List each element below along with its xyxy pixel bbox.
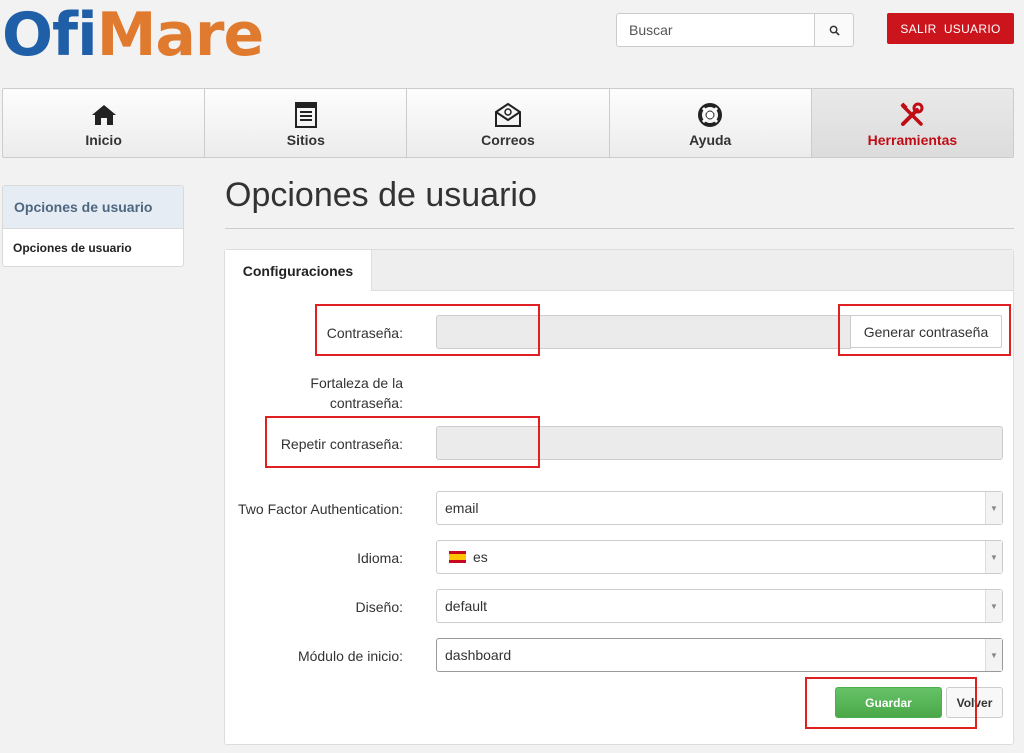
logo-part-2: Mare — [96, 0, 264, 70]
nav-item-ayuda[interactable]: Ayuda — [610, 89, 812, 157]
repeat-password-label: Repetir contraseña: — [280, 436, 403, 452]
chevron-down-icon: ▼ — [985, 590, 1002, 622]
sidebar-header: Opciones de usuario — [3, 186, 183, 229]
nav-item-inicio[interactable]: Inicio — [3, 89, 206, 157]
language-value: es — [473, 549, 488, 565]
main-nav: Inicio Sitios Correos Ayuda Herramientas — [2, 88, 1014, 158]
design-value: default — [445, 598, 488, 614]
two-factor-select[interactable]: email ▼ — [436, 491, 1003, 525]
two-factor-label: Two Factor Authentication: — [238, 501, 403, 517]
save-button[interactable]: Guardar — [835, 687, 942, 718]
chevron-down-icon: ▼ — [985, 541, 1002, 573]
search-button[interactable] — [814, 13, 854, 47]
search-icon — [829, 25, 840, 36]
tab-bar: Configuraciones — [225, 250, 1013, 291]
nav-item-sitios[interactable]: Sitios — [205, 89, 408, 157]
password-strength-label: Fortaleza de la contraseña: — [310, 373, 403, 413]
search-box — [616, 13, 854, 47]
document-list-icon — [294, 102, 317, 128]
settings-panel: Configuraciones Contraseña: Generar cont… — [224, 249, 1014, 745]
start-module-value: dashboard — [445, 647, 512, 663]
start-module-label: Módulo de inicio: — [297, 648, 403, 664]
sidebar: Opciones de usuario Opciones de usuario — [2, 185, 184, 267]
nav-item-label: Sitios — [286, 132, 325, 148]
password-field[interactable] — [436, 315, 851, 349]
logo-part-1: Ofi — [2, 0, 98, 70]
design-select[interactable]: default ▼ — [436, 589, 1003, 623]
chevron-down-icon: ▼ — [985, 639, 1002, 671]
search-input[interactable] — [616, 13, 814, 47]
nav-item-herramientas[interactable]: Herramientas — [811, 89, 1014, 157]
logo[interactable]: OfiMare — [2, 4, 264, 66]
spain-flag-icon — [449, 551, 466, 563]
language-label: Idioma: — [357, 550, 403, 566]
lifebuoy-icon — [698, 103, 723, 127]
language-select[interactable]: es ▼ — [436, 540, 1003, 574]
email-icon — [495, 102, 521, 127]
sidebar-item-opciones-de-usuario[interactable]: Opciones de usuario — [3, 229, 183, 266]
password-label: Contraseña: — [326, 325, 403, 341]
tools-icon — [900, 102, 924, 126]
logout-button[interactable]: SALIR USUARIO — [887, 13, 1014, 44]
page-title: Opciones de usuario — [225, 176, 537, 214]
nav-item-correos[interactable]: Correos — [407, 89, 610, 157]
home-icon — [91, 105, 116, 125]
design-label: Diseño: — [355, 599, 403, 615]
back-button[interactable]: Volver — [946, 687, 1003, 718]
generate-password-button[interactable]: Generar contraseña — [850, 315, 1002, 348]
chevron-down-icon: ▼ — [985, 492, 1002, 524]
repeat-password-field[interactable] — [436, 426, 1003, 460]
title-divider — [225, 228, 1014, 229]
nav-item-label: Correos — [481, 132, 535, 148]
two-factor-value: email — [445, 500, 479, 516]
start-module-select[interactable]: dashboard ▼ — [436, 638, 1003, 672]
password-strength-label-line-1: Fortaleza de la — [310, 375, 403, 391]
nav-item-label: Inicio — [85, 132, 122, 148]
tab-configuraciones[interactable]: Configuraciones — [225, 250, 372, 291]
nav-item-label: Herramientas — [867, 132, 958, 148]
nav-item-label: Ayuda — [689, 132, 732, 148]
password-strength-label-line-2: contraseña: — [329, 395, 403, 411]
